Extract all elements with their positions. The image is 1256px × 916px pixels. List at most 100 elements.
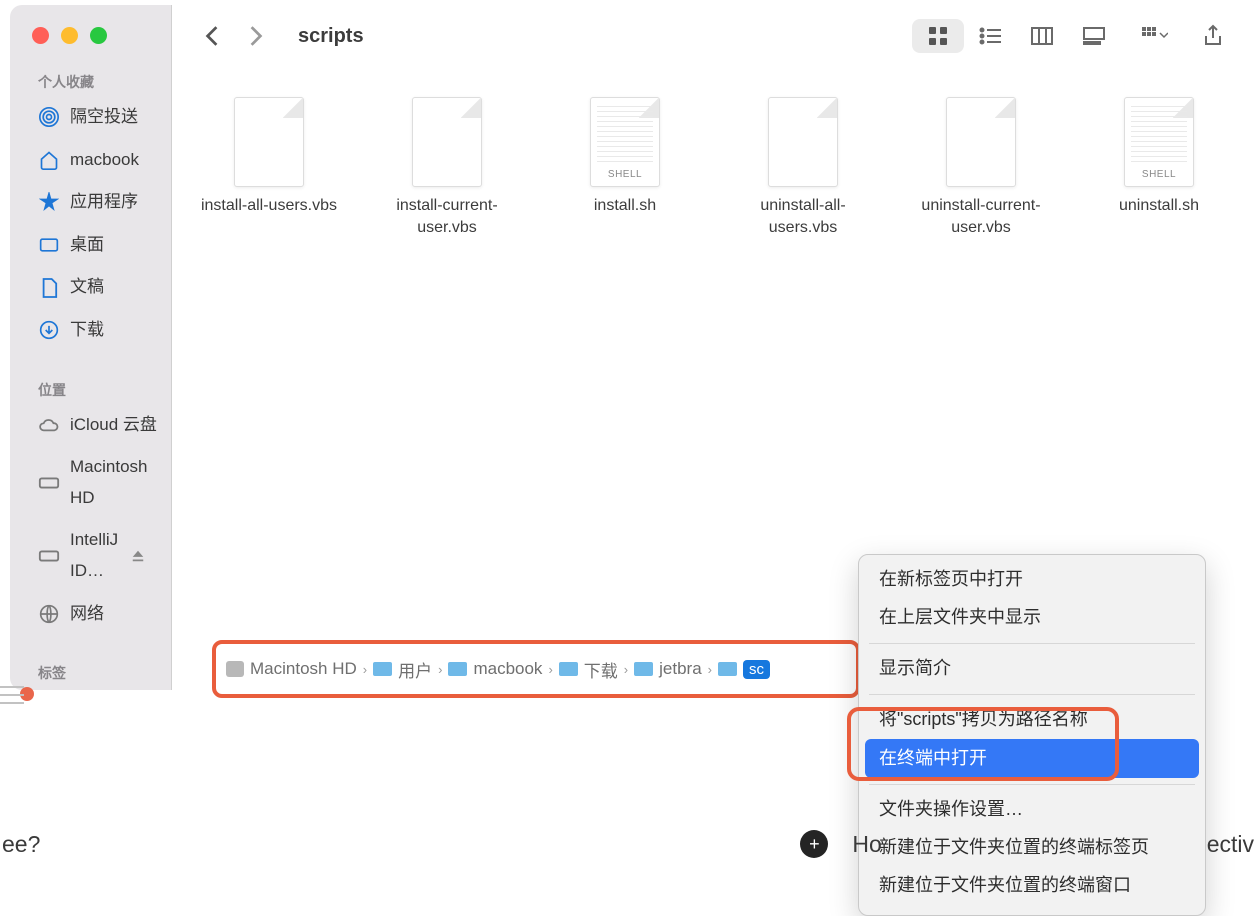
path-crumb-label: 用户 bbox=[398, 657, 432, 682]
chevron-right-icon: › bbox=[624, 662, 628, 677]
sidebar-item-label: iCloud 云盘 bbox=[70, 410, 157, 441]
icon-view-button[interactable] bbox=[912, 19, 964, 53]
document-icon bbox=[38, 277, 60, 299]
menu-separator bbox=[869, 784, 1195, 785]
path-crumb-label: sc bbox=[743, 660, 770, 679]
file-label: install.sh bbox=[594, 195, 656, 217]
sidebar-item-documents[interactable]: 文稿 bbox=[10, 266, 171, 309]
menu-separator bbox=[869, 643, 1195, 644]
close-button[interactable] bbox=[32, 27, 49, 44]
sidebar-item-label: 应用程序 bbox=[70, 187, 138, 218]
context-menu-item[interactable]: 在上层文件夹中显示 bbox=[859, 599, 1205, 637]
globe-icon bbox=[38, 603, 60, 625]
airdrop-icon bbox=[38, 106, 60, 128]
file-label: uninstall-current-user.vbs bbox=[906, 195, 1056, 238]
file-icon bbox=[234, 97, 304, 187]
sidebar-item-label: IntelliJ ID… bbox=[70, 525, 121, 586]
sidebar-item-home[interactable]: macbook bbox=[10, 139, 171, 182]
file-item[interactable]: install.sh bbox=[550, 97, 700, 217]
context-menu-item[interactable]: 在新标签页中打开 bbox=[859, 561, 1205, 599]
folder-icon bbox=[226, 661, 244, 677]
group-button[interactable] bbox=[1132, 19, 1178, 53]
desktop-icon bbox=[38, 234, 60, 256]
forward-button[interactable] bbox=[248, 25, 264, 47]
sidebar-item-intellij[interactable]: IntelliJ ID… bbox=[10, 519, 171, 592]
sidebar-item-macintosh-hd[interactable]: Macintosh HD bbox=[10, 446, 171, 519]
file-label: uninstall-all-users.vbs bbox=[728, 195, 878, 238]
folder-icon bbox=[559, 662, 578, 676]
sidebar-item-network[interactable]: 网络 bbox=[10, 593, 171, 636]
file-item[interactable]: install-all-users.vbs bbox=[194, 97, 344, 217]
sidebar-section-tags: 标签 bbox=[10, 635, 171, 687]
folder-icon bbox=[373, 662, 392, 676]
cloud-icon bbox=[38, 414, 60, 436]
view-mode-buttons bbox=[912, 19, 1120, 53]
file-icon bbox=[590, 97, 660, 187]
file-item[interactable]: uninstall-all-users.vbs bbox=[728, 97, 878, 238]
disk-icon bbox=[38, 472, 60, 494]
path-crumb[interactable]: Macintosh HD bbox=[226, 659, 357, 679]
sidebar-item-label: 文稿 bbox=[70, 272, 104, 303]
folder-icon bbox=[448, 662, 467, 676]
home-icon bbox=[38, 149, 60, 171]
path-crumb[interactable]: jetbra bbox=[634, 659, 702, 679]
file-label: uninstall.sh bbox=[1119, 195, 1199, 217]
path-bar[interactable]: Macintosh HD›用户›macbook›下载›jetbra›sc bbox=[226, 657, 770, 682]
path-crumb-label: macbook bbox=[473, 659, 542, 679]
context-menu-item[interactable]: 将"scripts"拷贝为路径名称 bbox=[859, 701, 1205, 739]
sidebar-item-airdrop[interactable]: 隔空投送 bbox=[10, 96, 171, 139]
sidebar-item-label: 桌面 bbox=[70, 230, 104, 261]
minimize-button[interactable] bbox=[61, 27, 78, 44]
download-icon bbox=[38, 319, 60, 341]
column-view-button[interactable] bbox=[1016, 19, 1068, 53]
path-crumb-label: 下载 bbox=[584, 657, 618, 682]
eject-icon[interactable] bbox=[131, 549, 145, 563]
chevron-right-icon: › bbox=[548, 662, 552, 677]
disk-icon bbox=[38, 545, 60, 567]
toolbar: scripts bbox=[172, 5, 1256, 67]
folder-icon bbox=[634, 662, 653, 676]
file-icon bbox=[1124, 97, 1194, 187]
path-bar-highlighted: Macintosh HD›用户›macbook›下载›jetbra›sc bbox=[212, 640, 860, 698]
sidebar-item-desktop[interactable]: 桌面 bbox=[10, 224, 171, 267]
context-menu-item[interactable]: 文件夹操作设置… bbox=[859, 791, 1205, 829]
list-view-button[interactable] bbox=[964, 19, 1016, 53]
file-icon bbox=[768, 97, 838, 187]
sidebar-item-label: Macintosh HD bbox=[70, 452, 159, 513]
context-menu-item[interactable]: 显示简介 bbox=[859, 650, 1205, 688]
context-menu-item[interactable]: 在终端中打开 bbox=[865, 739, 1199, 779]
sidebar-item-label: 网络 bbox=[70, 599, 104, 630]
sidebar-item-label: 隔空投送 bbox=[70, 102, 138, 133]
path-crumb[interactable]: 用户 bbox=[373, 657, 432, 682]
back-button[interactable] bbox=[204, 25, 220, 47]
path-crumb[interactable]: macbook bbox=[448, 659, 542, 679]
path-crumb[interactable]: 下载 bbox=[559, 657, 618, 682]
context-menu-item[interactable]: 新建位于文件夹位置的终端窗口 bbox=[859, 867, 1205, 905]
window-controls bbox=[10, 23, 171, 44]
folder-icon bbox=[718, 662, 737, 676]
chevron-right-icon: › bbox=[363, 662, 367, 677]
plus-icon[interactable]: + bbox=[800, 830, 828, 858]
apps-icon bbox=[38, 191, 60, 213]
maximize-button[interactable] bbox=[90, 27, 107, 44]
background-page-text: ee? + Ho ectiv bbox=[0, 830, 1256, 858]
path-crumb[interactable]: sc bbox=[718, 660, 770, 679]
sidebar-item-applications[interactable]: 应用程序 bbox=[10, 181, 171, 224]
file-icon bbox=[946, 97, 1016, 187]
sidebar-item-downloads[interactable]: 下载 bbox=[10, 309, 171, 352]
file-label: install-all-users.vbs bbox=[201, 195, 337, 217]
sidebar-item-label: macbook bbox=[70, 145, 139, 176]
sidebar: 个人收藏 隔空投送 macbook 应用程序 桌面 文稿 下载 位置 iClo bbox=[10, 5, 172, 690]
gallery-view-button[interactable] bbox=[1068, 19, 1120, 53]
share-button[interactable] bbox=[1190, 19, 1236, 53]
path-crumb-label: Macintosh HD bbox=[250, 659, 357, 679]
background-hamburger-icon bbox=[0, 685, 24, 705]
file-item[interactable]: uninstall.sh bbox=[1084, 97, 1234, 217]
file-item[interactable]: uninstall-current-user.vbs bbox=[906, 97, 1056, 238]
file-item[interactable]: install-current-user.vbs bbox=[372, 97, 522, 238]
window-title: scripts bbox=[298, 25, 364, 48]
path-crumb-label: jetbra bbox=[659, 659, 702, 679]
sidebar-item-icloud[interactable]: iCloud 云盘 bbox=[10, 404, 171, 447]
sidebar-section-locations: 位置 bbox=[10, 352, 171, 404]
menu-separator bbox=[869, 694, 1195, 695]
